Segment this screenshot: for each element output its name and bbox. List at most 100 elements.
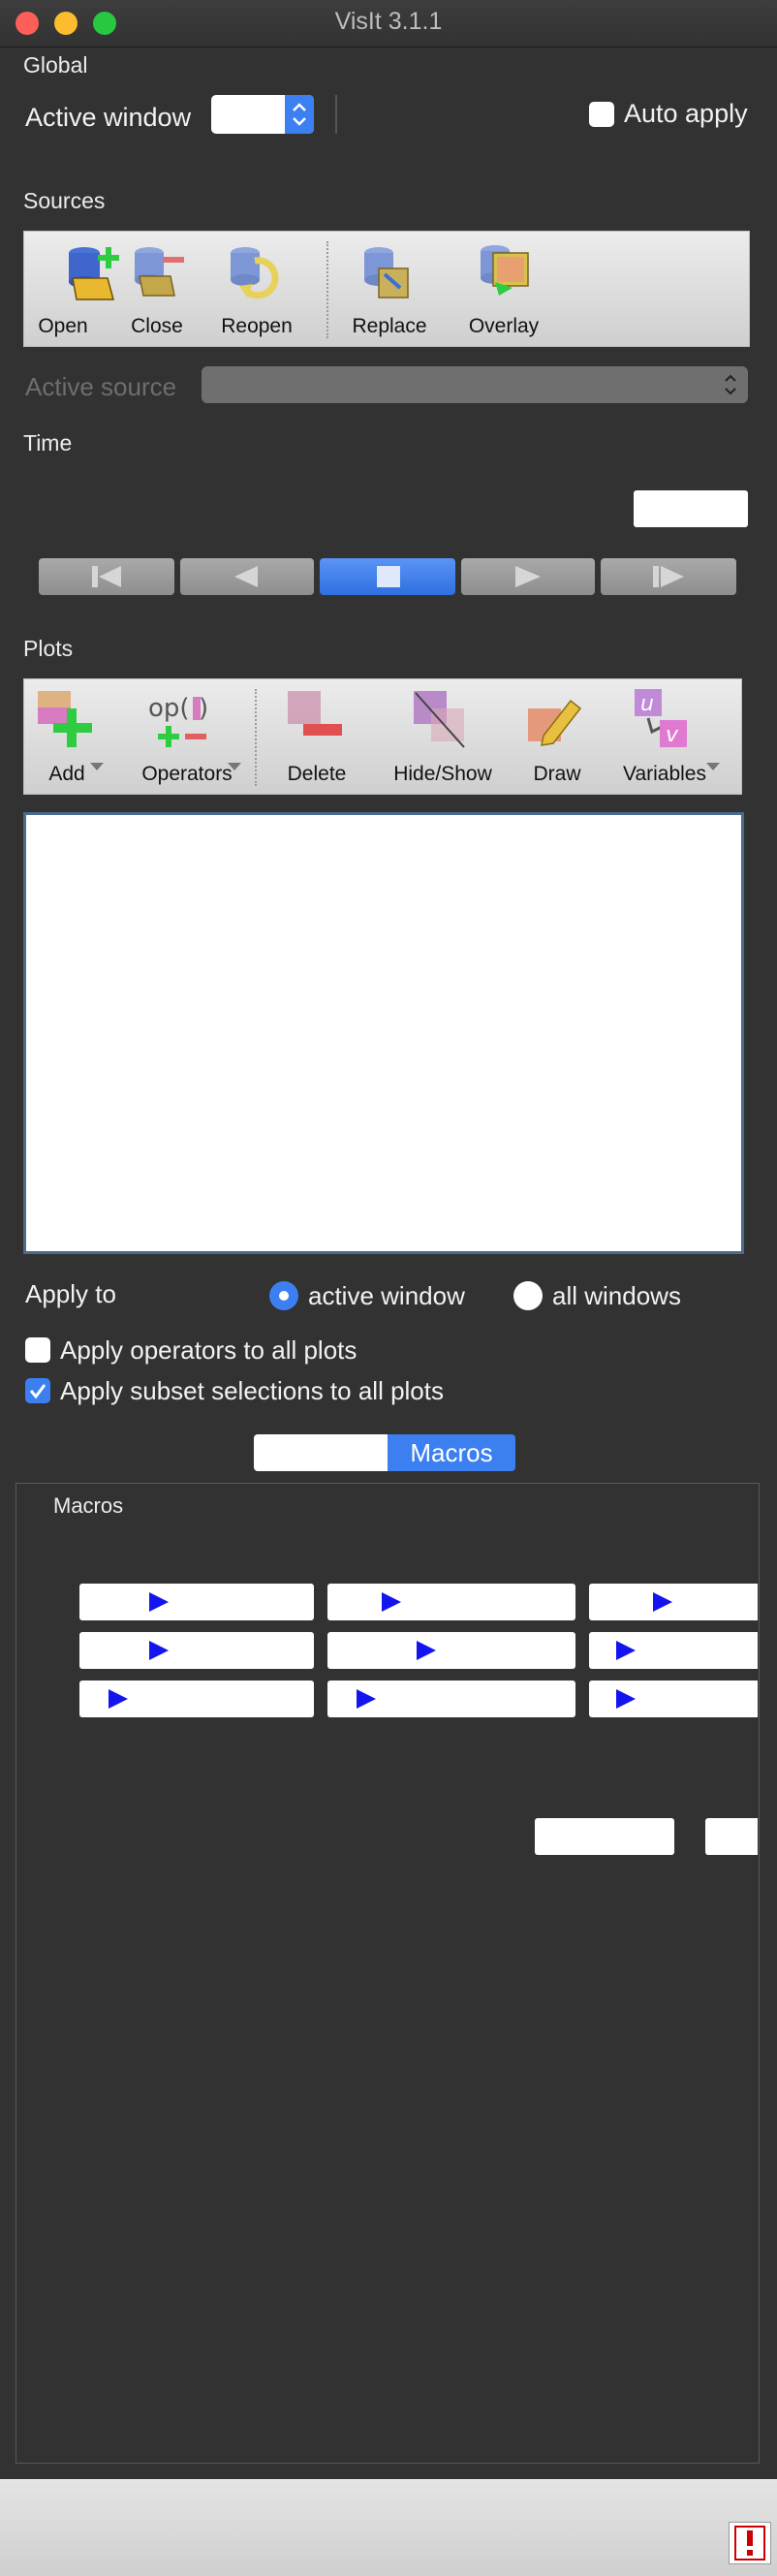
tab-bar: Macros xyxy=(254,1434,515,1471)
checkmark-icon xyxy=(29,1384,47,1399)
macro-button-3[interactable] xyxy=(589,1584,758,1620)
all-windows-radio-label: all windows xyxy=(552,1281,681,1310)
macros-group-label: Macros xyxy=(53,1493,124,1518)
run-macro-icon xyxy=(616,1641,636,1660)
active-window-spinbox[interactable] xyxy=(211,95,314,134)
reverse-play-button[interactable] xyxy=(180,558,314,595)
draw-button[interactable]: Draw xyxy=(518,679,596,796)
macro-button-9[interactable] xyxy=(589,1681,758,1717)
draw-icon xyxy=(528,699,582,746)
open-label: Open xyxy=(38,315,88,337)
variables-button[interactable]: u v Variables xyxy=(611,679,720,796)
macro-button-4[interactable] xyxy=(79,1632,314,1669)
macro-button-7[interactable] xyxy=(79,1681,314,1717)
play-reverse-icon xyxy=(234,566,258,587)
close-button[interactable]: Close xyxy=(123,232,191,348)
macro-button-8[interactable] xyxy=(327,1681,575,1717)
hide-show-button[interactable]: Hide/Show xyxy=(385,679,501,796)
overlay-button[interactable]: Overlay xyxy=(464,232,544,348)
toolbar-separator xyxy=(255,689,257,786)
macro-button-grid xyxy=(79,1584,758,1719)
apply-to-label: Apply to xyxy=(25,1279,116,1308)
replace-button[interactable]: Replace xyxy=(348,232,431,348)
run-macro-icon xyxy=(149,1592,169,1612)
active-window-radio[interactable] xyxy=(269,1281,298,1310)
stop-button[interactable] xyxy=(320,558,455,595)
time-state-field[interactable] xyxy=(634,490,748,527)
run-macro-icon xyxy=(382,1592,401,1612)
active-window-label: Active window xyxy=(25,103,192,132)
macro-footer-button-2[interactable] xyxy=(705,1818,758,1855)
time-section-label: Time xyxy=(23,430,73,456)
apply-subset-checkbox[interactable] xyxy=(25,1378,50,1403)
apply-operators-label: Apply operators to all plots xyxy=(60,1335,357,1365)
reopen-database-icon xyxy=(231,247,279,299)
macro-button-6[interactable] xyxy=(589,1632,758,1669)
plots-toolbar: Add op( ) Operators Delete Hide/Show Dra… xyxy=(23,678,742,795)
dropdown-arrow-icon xyxy=(90,763,104,770)
close-label: Close xyxy=(131,315,183,337)
toolbar-separator xyxy=(326,241,328,338)
sources-toolbar: Open Close Reopen Replace Overlay xyxy=(23,231,750,347)
macro-button-2[interactable] xyxy=(327,1584,575,1620)
active-window-radio-label: active window xyxy=(308,1281,465,1310)
previous-frame-button[interactable] xyxy=(39,558,174,595)
overlay-database-icon xyxy=(481,245,529,296)
variables-label: Variables xyxy=(623,763,706,785)
macro-button-5[interactable] xyxy=(327,1632,575,1669)
sources-section-label: Sources xyxy=(23,188,106,213)
run-macro-icon xyxy=(357,1689,376,1709)
hide-show-icon xyxy=(414,691,465,748)
tab-macros[interactable]: Macros xyxy=(388,1434,515,1471)
animation-controls xyxy=(39,558,736,595)
run-macro-icon xyxy=(616,1689,636,1709)
active-source-label: Active source xyxy=(25,372,177,401)
status-bar xyxy=(0,2479,777,2576)
delete-plot-button[interactable]: Delete xyxy=(278,679,356,796)
dropdown-arrow-icon xyxy=(706,763,720,770)
plot-list[interactable] xyxy=(23,812,744,1254)
step-forward-icon xyxy=(653,566,684,587)
svg-text:v: v xyxy=(666,723,679,747)
reopen-button[interactable]: Reopen xyxy=(218,232,295,348)
apply-operators-checkbox[interactable] xyxy=(25,1337,50,1363)
all-windows-radio[interactable] xyxy=(513,1281,543,1310)
operators-button[interactable]: op( ) Operators xyxy=(127,679,247,796)
add-plot-button[interactable]: Add xyxy=(28,679,106,796)
close-database-icon xyxy=(135,247,184,297)
title-bar: VisIt 3.1.1 xyxy=(0,0,777,47)
error-alert-icon[interactable] xyxy=(729,2522,771,2564)
dropdown-arrow-icon xyxy=(228,763,241,770)
divider xyxy=(335,95,337,134)
svg-text:op(: op( xyxy=(148,694,190,723)
tab-blank[interactable] xyxy=(254,1434,388,1471)
active-source-dropdown[interactable] xyxy=(202,366,748,403)
run-macro-icon xyxy=(149,1641,169,1660)
stop-icon xyxy=(377,566,400,587)
replace-label: Replace xyxy=(352,315,427,337)
plots-section-label: Plots xyxy=(23,636,74,661)
play-button[interactable] xyxy=(461,558,595,595)
play-icon xyxy=(515,566,541,587)
draw-label: Draw xyxy=(533,763,581,785)
chevron-updown-icon xyxy=(725,374,736,395)
overlay-label: Overlay xyxy=(468,315,540,337)
reopen-label: Reopen xyxy=(221,315,293,337)
window-title: VisIt 3.1.1 xyxy=(334,8,443,35)
spinbox-arrows-icon[interactable] xyxy=(285,95,314,134)
next-frame-button[interactable] xyxy=(601,558,736,595)
add-plot-icon xyxy=(38,691,92,747)
macro-button-1[interactable] xyxy=(79,1584,314,1620)
variables-icon: u v xyxy=(635,689,687,747)
svg-text:u: u xyxy=(640,692,654,716)
replace-database-icon xyxy=(364,247,409,298)
macro-footer-button-1[interactable] xyxy=(535,1818,674,1855)
auto-apply-checkbox[interactable] xyxy=(589,102,614,127)
apply-subset-label: Apply subset selections to all plots xyxy=(60,1376,444,1405)
open-database-icon xyxy=(69,247,119,300)
run-macro-icon xyxy=(109,1689,128,1709)
run-macro-icon xyxy=(653,1592,672,1612)
open-button[interactable]: Open xyxy=(34,232,119,348)
delete-label: Delete xyxy=(287,763,347,785)
operators-icon: op( ) xyxy=(148,694,208,747)
